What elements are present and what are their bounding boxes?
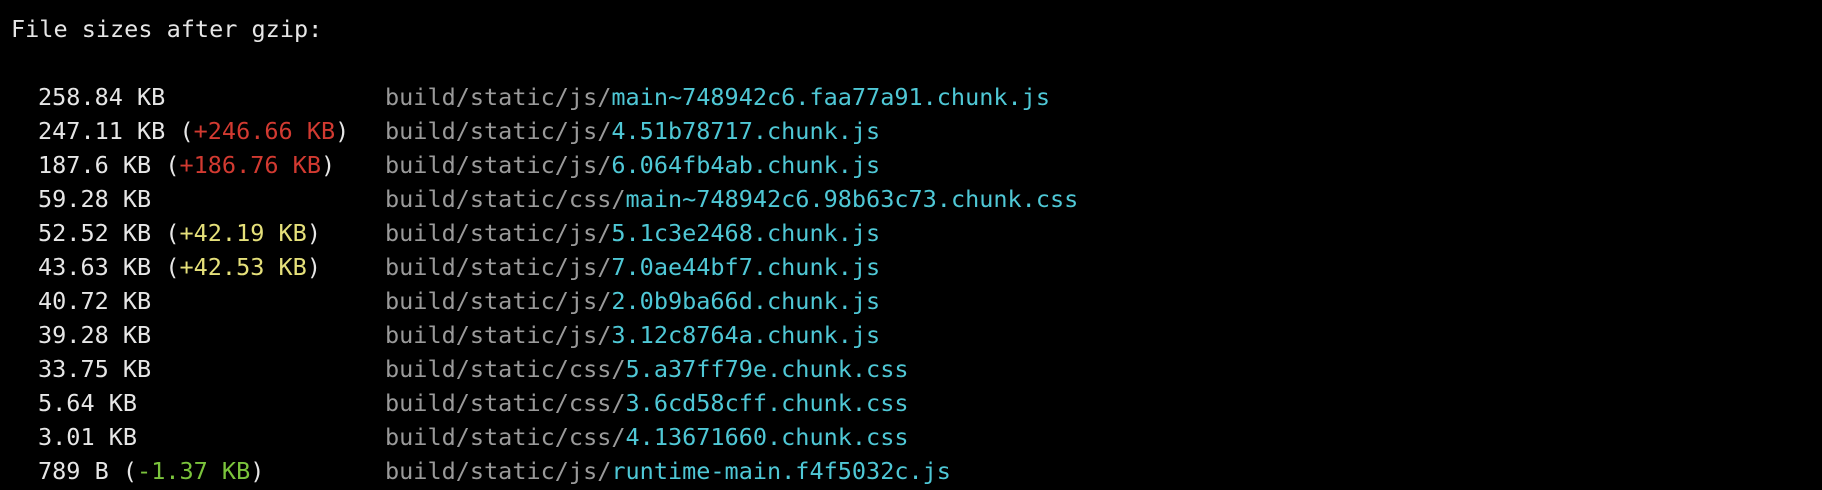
file-directory: build/static/js/	[385, 219, 612, 247]
size-cell: 40.72 KB	[11, 284, 385, 318]
file-name: 7.0ae44bf7.chunk.js	[611, 253, 881, 281]
size-diff: -1.37 KB	[137, 457, 251, 485]
file-path: build/static/js/main~748942c6.faa77a91.c…	[385, 80, 1050, 114]
file-directory: build/static/js/	[385, 117, 612, 145]
file-directory: build/static/css/	[385, 355, 626, 383]
file-directory: build/static/js/	[385, 151, 612, 179]
gzip-size: 40.72 KB	[38, 287, 152, 315]
file-directory: build/static/css/	[385, 423, 626, 451]
file-name: 5.1c3e2468.chunk.js	[611, 219, 881, 247]
file-name: 4.13671660.chunk.css	[625, 423, 909, 451]
size-diff: +246.66 KB	[193, 117, 336, 145]
gzip-size: 52.52 KB	[38, 219, 152, 247]
file-size-list: 258.84 KB build/static/js/main~748942c6.f…	[11, 80, 1822, 488]
file-directory: build/static/css/	[385, 389, 626, 417]
file-directory: build/static/js/	[385, 83, 612, 111]
file-name: main~748942c6.faa77a91.chunk.js	[611, 83, 1050, 111]
size-cell: 258.84 KB	[11, 80, 385, 114]
file-name: 2.0b9ba66d.chunk.js	[611, 287, 881, 315]
file-name: 6.064fb4ab.chunk.js	[611, 151, 881, 179]
file-directory: build/static/js/	[385, 321, 612, 349]
size-cell: 5.64 KB	[11, 386, 385, 420]
file-size-row: 3.01 KB build/static/css/4.13671660.chunk…	[11, 420, 1822, 454]
file-size-row: 247.11 KB (+246.66 KB) build/static/js/4.…	[11, 114, 1822, 148]
terminal-window: File sizes after gzip: 258.84 KB build/st…	[0, 0, 1822, 490]
file-size-row: 5.64 KB build/static/css/3.6cd58cff.chunk…	[11, 386, 1822, 420]
file-name: main~748942c6.98b63c73.chunk.css	[625, 185, 1079, 213]
gzip-size: 39.28 KB	[38, 321, 152, 349]
gzip-size: 43.63 KB	[38, 253, 152, 281]
gzip-size: 187.6 KB	[38, 151, 152, 179]
file-directory: build/static/js/	[385, 253, 612, 281]
size-cell: 187.6 KB (+186.76 KB)	[38, 151, 336, 179]
size-diff: +42.19 KB	[179, 219, 307, 247]
file-path: build/static/js/4.51b78717.chunk.js	[385, 114, 880, 148]
file-size-row: 39.28 KB build/static/js/3.12c8764a.chunk…	[11, 318, 1822, 352]
size-cell: 247.11 KB (+246.66 KB)	[38, 117, 350, 145]
gzip-size: 789 B	[38, 457, 109, 485]
file-size-row: 52.52 KB (+42.19 KB) build/static/js/5.1c…	[11, 216, 1822, 250]
file-directory: build/static/js/	[385, 287, 612, 315]
gzip-size: 59.28 KB	[38, 185, 152, 213]
gzip-size: 33.75 KB	[38, 355, 152, 383]
file-path: build/static/css/main~748942c6.98b63c73.…	[385, 182, 1078, 216]
file-name: runtime-main.f4f5032c.js	[611, 457, 951, 485]
gzip-size: 3.01 KB	[38, 423, 138, 451]
file-size-row: 59.28 KB build/static/css/main~748942c6.9…	[11, 182, 1822, 216]
size-diff: +42.53 KB	[179, 253, 307, 281]
file-size-row: 43.63 KB (+42.53 KB) build/static/js/7.0a…	[11, 250, 1822, 284]
gzip-size: 5.64 KB	[38, 389, 138, 417]
size-cell: 3.01 KB	[11, 420, 385, 454]
file-name: 3.6cd58cff.chunk.css	[625, 389, 909, 417]
size-diff: +186.76 KB	[179, 151, 321, 179]
gzip-size: 247.11 KB	[38, 117, 166, 145]
file-directory: build/static/js/	[385, 457, 612, 485]
file-size-row: 40.72 KB build/static/js/2.0b9ba66d.chunk…	[11, 284, 1822, 318]
file-size-row: 258.84 KB build/static/js/main~748942c6.f…	[11, 80, 1822, 114]
size-cell: 33.75 KB	[11, 352, 385, 386]
file-path: build/static/js/3.12c8764a.chunk.js	[385, 318, 880, 352]
size-cell: 43.63 KB (+42.53 KB)	[38, 253, 321, 281]
file-size-row: 789 B (-1.37 KB) build/static/js/runtime-…	[11, 454, 1822, 488]
file-path: build/static/js/2.0b9ba66d.chunk.js	[385, 284, 880, 318]
file-path: build/static/js/7.0ae44bf7.chunk.js	[385, 250, 880, 284]
file-path: build/static/css/4.13671660.chunk.css	[385, 420, 909, 454]
file-path: build/static/css/3.6cd58cff.chunk.css	[385, 386, 909, 420]
file-name: 3.12c8764a.chunk.js	[611, 321, 881, 349]
file-path: build/static/js/6.064fb4ab.chunk.js	[385, 148, 880, 182]
size-cell: 52.52 KB (+42.19 KB)	[38, 219, 321, 247]
gzip-size: 258.84 KB	[38, 83, 166, 111]
file-name: 4.51b78717.chunk.js	[611, 117, 881, 145]
file-path: build/static/js/runtime-main.f4f5032c.js	[385, 454, 951, 488]
file-size-row: 33.75 KB build/static/css/5.a37ff79e.chun…	[11, 352, 1822, 386]
file-path: build/static/css/5.a37ff79e.chunk.css	[385, 352, 909, 386]
output-header: File sizes after gzip:	[11, 15, 323, 43]
size-cell: 39.28 KB	[11, 318, 385, 352]
size-cell: 789 B (-1.37 KB)	[38, 457, 265, 485]
file-path: build/static/js/5.1c3e2468.chunk.js	[385, 216, 880, 250]
file-directory: build/static/css/	[385, 185, 626, 213]
file-size-row: 187.6 KB (+186.76 KB) build/static/js/6.0…	[11, 148, 1822, 182]
size-cell: 59.28 KB	[11, 182, 385, 216]
file-name: 5.a37ff79e.chunk.css	[625, 355, 909, 383]
